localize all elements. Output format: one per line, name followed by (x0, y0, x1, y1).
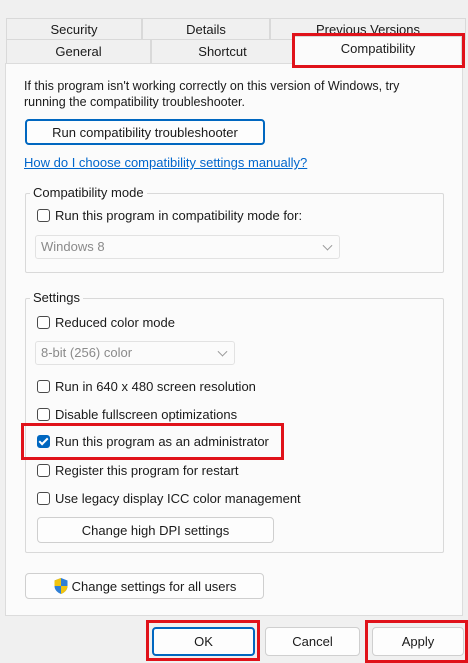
tab-security[interactable]: Security (6, 18, 142, 40)
tab-compatibility[interactable]: Compatibility (294, 36, 462, 64)
legacy-icc-label: Use legacy display ICC color management (55, 491, 301, 506)
reduced-color-row[interactable]: Reduced color mode (37, 315, 175, 330)
color-depth-dropdown[interactable]: 8-bit (256) color (35, 341, 235, 365)
manual-settings-link[interactable]: How do I choose compatibility settings m… (24, 155, 307, 170)
legacy-icc-row[interactable]: Use legacy display ICC color management (37, 491, 301, 506)
uac-shield-icon (54, 578, 68, 594)
disable-fullscreen-row[interactable]: Disable fullscreen optimizations (37, 407, 237, 422)
apply-button[interactable]: Apply (372, 627, 464, 656)
compat-os-value: Windows 8 (41, 239, 105, 254)
run-troubleshooter-button[interactable]: Run compatibility troubleshooter (25, 119, 265, 145)
legacy-icc-checkbox[interactable] (37, 492, 50, 505)
compat-os-dropdown[interactable]: Windows 8 (35, 235, 340, 259)
ok-button[interactable]: OK (152, 627, 255, 656)
disable-fullscreen-label: Disable fullscreen optimizations (55, 407, 238, 422)
tab-details[interactable]: Details (142, 18, 270, 40)
run-as-admin-checkbox[interactable] (37, 435, 50, 448)
cancel-button[interactable]: Cancel (265, 627, 360, 656)
compat-mode-group (25, 193, 444, 273)
color-depth-value: 8-bit (256) color (41, 345, 133, 360)
tab-general[interactable]: General (6, 39, 151, 63)
change-all-users-label: Change settings for all users (71, 578, 237, 594)
reduced-color-label: Reduced color mode (55, 315, 175, 330)
register-restart-row[interactable]: Register this program for restart (37, 463, 239, 478)
compat-mode-checkbox-row[interactable]: Run this program in compatibility mode f… (37, 208, 302, 223)
res-640-checkbox[interactable] (37, 380, 50, 393)
compat-mode-checkbox-label: Run this program in compatibility mode f… (55, 208, 303, 223)
intro-text-line2: running the compatibility troubleshooter… (24, 95, 245, 109)
change-all-users-button[interactable]: Change settings for all users (25, 573, 264, 599)
chevron-down-icon (322, 240, 333, 251)
reduced-color-checkbox[interactable] (37, 316, 50, 329)
chevron-down-icon (217, 346, 228, 357)
compat-mode-checkbox[interactable] (37, 209, 50, 222)
register-restart-checkbox[interactable] (37, 464, 50, 477)
register-restart-label: Register this program for restart (55, 463, 239, 478)
run-as-admin-label: Run this program as an administrator (55, 434, 269, 449)
res-640-label: Run in 640 x 480 screen resolution (55, 379, 256, 394)
run-as-admin-row[interactable]: Run this program as an administrator (37, 434, 269, 449)
intro-text-line1: If this program isn't working correctly … (24, 79, 400, 93)
compat-mode-legend: Compatibility mode (30, 185, 147, 200)
settings-legend: Settings (30, 290, 83, 305)
change-dpi-button[interactable]: Change high DPI settings (37, 517, 274, 543)
tab-shortcut[interactable]: Shortcut (151, 39, 294, 63)
res-640-row[interactable]: Run in 640 x 480 screen resolution (37, 379, 256, 394)
disable-fullscreen-checkbox[interactable] (37, 408, 50, 421)
settings-group (25, 298, 444, 553)
